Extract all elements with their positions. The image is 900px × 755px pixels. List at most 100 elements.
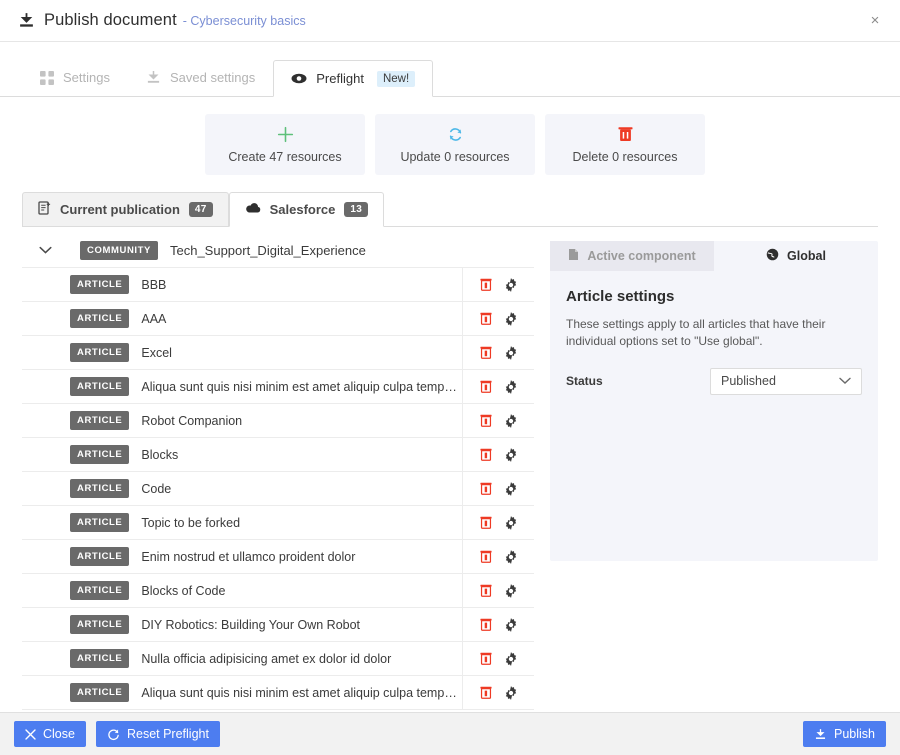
- eye-icon: [291, 72, 307, 85]
- article-tag: ARTICLE: [70, 581, 129, 600]
- close-icon: [25, 729, 36, 740]
- article-title: Aliqua sunt quis nisi minim est amet ali…: [141, 380, 462, 394]
- table-row[interactable]: ARTICLEDIY Robotics: Building Your Own R…: [22, 608, 534, 642]
- close-button[interactable]: Close: [14, 721, 86, 747]
- gear-icon[interactable]: [502, 582, 520, 600]
- gear-icon[interactable]: [502, 378, 520, 396]
- gear-icon[interactable]: [502, 514, 520, 532]
- body-spacer: [534, 227, 550, 712]
- delete-icon[interactable]: [477, 378, 495, 396]
- table-row[interactable]: ARTICLEAAA: [22, 302, 534, 336]
- new-badge: New!: [377, 71, 415, 87]
- delete-icon[interactable]: [477, 276, 495, 294]
- tab-saved-settings[interactable]: Saved settings: [128, 59, 273, 96]
- row-actions: [462, 336, 534, 369]
- gear-icon[interactable]: [502, 548, 520, 566]
- delete-icon[interactable]: [477, 446, 495, 464]
- reset-preflight-button[interactable]: Reset Preflight: [96, 721, 220, 747]
- gear-icon[interactable]: [502, 310, 520, 328]
- article-title: Blocks of Code: [141, 584, 462, 598]
- row-actions: [462, 676, 534, 709]
- status-select[interactable]: Published: [710, 368, 862, 395]
- article-tag: ARTICLE: [70, 445, 129, 464]
- subtab-label: Current publication: [60, 202, 180, 217]
- row-actions: [462, 438, 534, 471]
- publish-button-label: Publish: [834, 727, 875, 741]
- table-row[interactable]: ARTICLEExcel: [22, 336, 534, 370]
- gear-icon[interactable]: [502, 616, 520, 634]
- article-title: Code: [141, 482, 462, 496]
- reset-icon: [107, 728, 120, 741]
- delete-icon[interactable]: [477, 650, 495, 668]
- group-row-community[interactable]: COMMUNITY Tech_Support_Digital_Experienc…: [22, 233, 534, 267]
- article-tag: ARTICLE: [70, 649, 129, 668]
- delete-resources-card[interactable]: Delete 0 resources: [545, 114, 705, 175]
- row-indent: [22, 268, 70, 301]
- delete-icon[interactable]: [477, 616, 495, 634]
- subtab-salesforce[interactable]: Salesforce 13: [229, 192, 385, 227]
- gear-icon[interactable]: [502, 344, 520, 362]
- subtab-current-publication[interactable]: Current publication 47: [22, 192, 229, 227]
- row-actions: [462, 574, 534, 607]
- table-row[interactable]: ARTICLECode: [22, 472, 534, 506]
- cloud-icon: [245, 202, 261, 217]
- gear-icon[interactable]: [502, 412, 520, 430]
- settings-panel-column: Active component Global Article settings…: [550, 227, 878, 712]
- chevron-down-icon[interactable]: [32, 246, 58, 255]
- row-actions: [462, 642, 534, 675]
- delete-icon[interactable]: [477, 412, 495, 430]
- table-row[interactable]: ARTICLE Aliqua sunt quis nisi minim est a…: [22, 370, 534, 404]
- article-tag: ARTICLE: [70, 343, 129, 362]
- panel-body: Article settings These settings apply to…: [550, 271, 878, 395]
- gear-icon[interactable]: [502, 684, 520, 702]
- gear-icon[interactable]: [502, 650, 520, 668]
- delete-icon[interactable]: [477, 582, 495, 600]
- delete-icon[interactable]: [477, 344, 495, 362]
- delete-icon[interactable]: [477, 684, 495, 702]
- table-row[interactable]: ARTICLEBBB: [22, 268, 534, 302]
- row-indent: [22, 302, 70, 335]
- tab-settings[interactable]: Settings: [22, 59, 128, 96]
- table-row[interactable]: ARTICLEAliqua sunt quis nisi minim est a…: [22, 676, 534, 710]
- gear-icon[interactable]: [502, 480, 520, 498]
- chevron-down-icon: [839, 374, 851, 388]
- article-title: BBB: [141, 278, 462, 292]
- row-indent: [22, 404, 70, 437]
- page-title: Publish document: [44, 11, 177, 30]
- table-row[interactable]: ARTICLE Blocks: [22, 438, 534, 472]
- table-row[interactable]: ARTICLERobot Companion: [22, 404, 534, 438]
- row-actions: [462, 404, 534, 437]
- article-title: Blocks: [141, 448, 462, 462]
- subtab-label: Salesforce: [270, 202, 336, 217]
- article-title: Aliqua sunt quis nisi minim est amet ali…: [141, 686, 462, 700]
- row-indent: [22, 506, 70, 539]
- create-resources-card[interactable]: Create 47 resources: [205, 114, 365, 175]
- article-title: DIY Robotics: Building Your Own Robot: [141, 618, 462, 632]
- status-value: Published: [721, 374, 776, 388]
- delete-icon[interactable]: [477, 514, 495, 532]
- delete-icon[interactable]: [477, 548, 495, 566]
- update-resources-card[interactable]: Update 0 resources: [375, 114, 535, 175]
- delete-icon[interactable]: [477, 480, 495, 498]
- table-row[interactable]: ARTICLE Blocks of Code: [22, 574, 534, 608]
- tab-preflight[interactable]: Preflight New!: [273, 60, 433, 97]
- delete-icon[interactable]: [477, 310, 495, 328]
- close-button-label: Close: [43, 727, 75, 741]
- article-tag: ARTICLE: [70, 377, 129, 396]
- panel-tab-active-component[interactable]: Active component: [550, 241, 714, 271]
- table-row[interactable]: ARTICLENulla officia adipisicing amet ex…: [22, 642, 534, 676]
- row-actions: [462, 540, 534, 573]
- publish-button[interactable]: Publish: [803, 721, 886, 747]
- row-indent: [22, 370, 70, 403]
- table-row[interactable]: ARTICLETopic to be forked: [22, 506, 534, 540]
- grid-icon: [40, 71, 54, 85]
- close-icon[interactable]: ×: [866, 12, 884, 30]
- tab-label: Saved settings: [170, 70, 255, 85]
- table-row[interactable]: ARTICLEEnim nostrud et ullamco proident …: [22, 540, 534, 574]
- row-indent: [22, 642, 70, 675]
- tab-label: Settings: [63, 70, 110, 85]
- gear-icon[interactable]: [502, 446, 520, 464]
- row-indent: [22, 540, 70, 573]
- gear-icon[interactable]: [502, 276, 520, 294]
- panel-tab-global[interactable]: Global: [714, 241, 878, 271]
